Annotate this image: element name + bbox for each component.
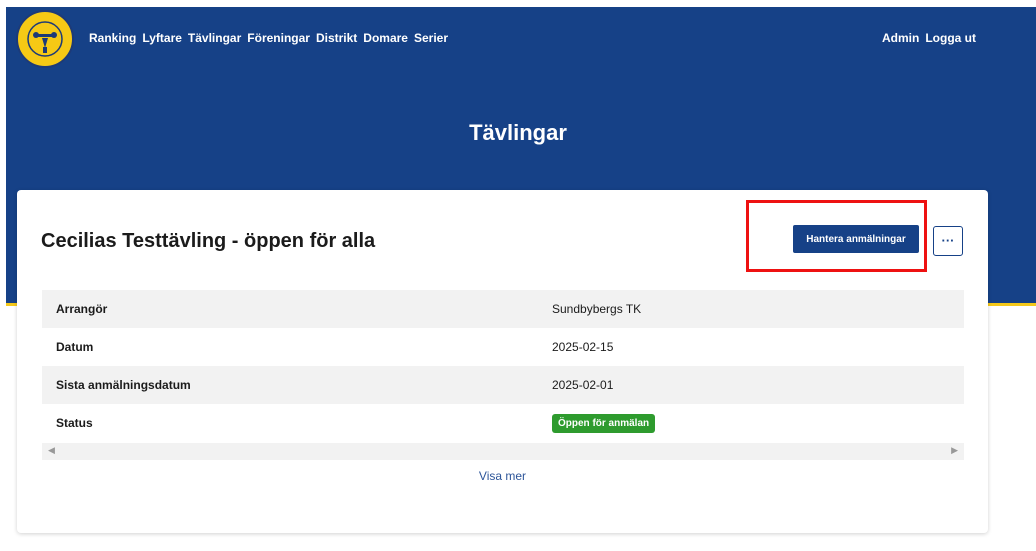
main-nav: Ranking Lyftare Tävlingar Föreningar Dis… bbox=[89, 31, 448, 45]
table-row: Sista anmälningsdatum 2025-02-01 bbox=[42, 366, 964, 404]
nav-foreningar[interactable]: Föreningar bbox=[247, 31, 310, 45]
row-label: Datum bbox=[56, 340, 94, 354]
row-label: Status bbox=[56, 416, 93, 430]
nav-serier[interactable]: Serier bbox=[414, 31, 448, 45]
page-title: Tävlingar bbox=[469, 120, 567, 145]
horizontal-scrollbar[interactable]: ◀ ▶ bbox=[42, 443, 964, 460]
nav-distrikt[interactable]: Distrikt bbox=[316, 31, 357, 45]
competition-title: Cecilias Testtävling - öppen för alla bbox=[41, 230, 376, 252]
show-more-link[interactable]: Visa mer bbox=[17, 469, 988, 483]
user-nav: Admin Logga ut bbox=[882, 31, 976, 45]
competition-details-table: Arrangör Sundbybergs TK Datum 2025-02-15… bbox=[42, 290, 964, 442]
nav-ranking[interactable]: Ranking bbox=[89, 31, 136, 45]
manage-registrations-button[interactable]: Hantera anmälningar bbox=[793, 225, 919, 253]
table-row: Datum 2025-02-15 bbox=[42, 328, 964, 366]
row-value: 2025-02-01 bbox=[552, 378, 614, 392]
row-label: Arrangör bbox=[56, 302, 108, 316]
arrow-left-icon[interactable]: ◀ bbox=[48, 445, 55, 456]
nav-admin[interactable]: Admin bbox=[882, 31, 919, 45]
federation-logo[interactable] bbox=[16, 10, 74, 68]
more-options-button[interactable]: ··· bbox=[933, 226, 963, 256]
row-label: Sista anmälningsdatum bbox=[56, 378, 191, 392]
nav-tavlingar[interactable]: Tävlingar bbox=[188, 31, 241, 45]
competition-card: Cecilias Testtävling - öppen för alla Ha… bbox=[17, 190, 988, 533]
arrow-right-icon[interactable]: ▶ bbox=[951, 445, 958, 456]
nav-logout[interactable]: Logga ut bbox=[925, 31, 976, 45]
nav-domare[interactable]: Domare bbox=[363, 31, 408, 45]
table-row: Arrangör Sundbybergs TK bbox=[42, 290, 964, 328]
table-row: Status Öppen för anmälan bbox=[42, 404, 964, 442]
logo-emblem-icon bbox=[27, 21, 63, 57]
page: Ranking Lyftare Tävlingar Föreningar Dis… bbox=[0, 0, 1036, 551]
status-badge: Öppen för anmälan bbox=[552, 413, 656, 433]
row-value: Sundbybergs TK bbox=[552, 302, 642, 316]
nav-lyftare[interactable]: Lyftare bbox=[142, 31, 182, 45]
row-value: 2025-02-15 bbox=[552, 340, 614, 354]
